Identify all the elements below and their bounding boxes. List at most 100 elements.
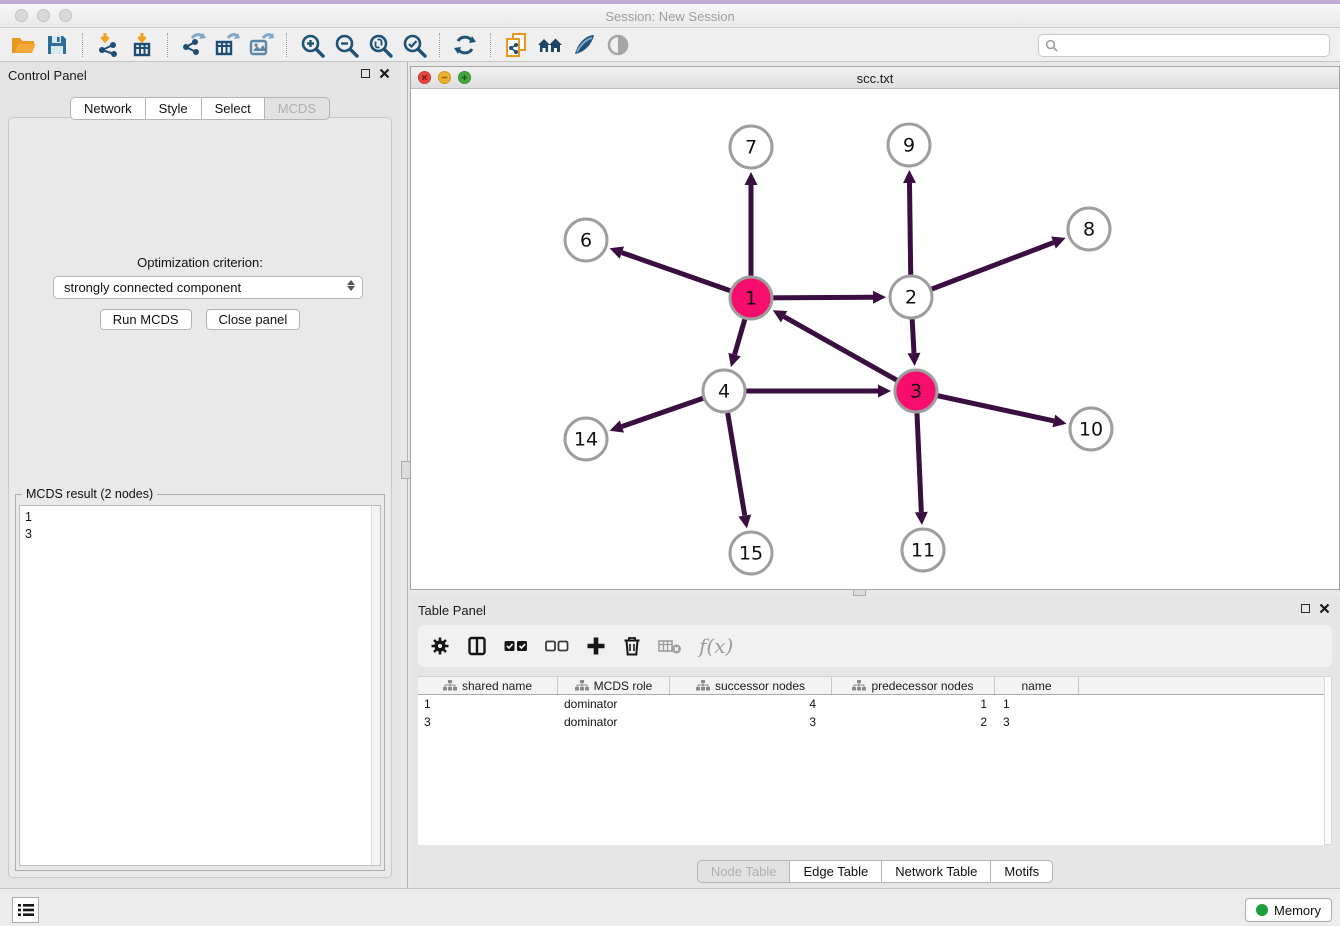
export-network-button[interactable] [176,30,210,60]
search-input[interactable] [1058,39,1329,53]
duplicate-network-button[interactable] [499,30,533,60]
table-panel-title: Table Panel [418,603,486,618]
network-canvas[interactable]: 1 2 3 4 6 7 8 9 10 11 14 15 [411,89,1339,589]
control-tabs: NetworkStyleSelectMCDS [0,97,400,120]
tab-style[interactable]: Style [146,97,202,120]
zoom-fit-button[interactable] [363,30,397,60]
zoom-out-icon [333,32,359,58]
mcds-result-groupbox: MCDS result (2 nodes) 1 3 [15,494,385,871]
graph-node-label: 9 [903,135,915,157]
tab-select[interactable]: Select [202,97,265,120]
control-panel: Control Panel Optimization criterion: st… [0,62,400,888]
graph-arrowhead-3-11 [915,512,928,525]
node-table-header: shared nameMCDS rolesuccessor nodesprede… [418,676,1324,695]
home-layout-button[interactable] [533,30,567,60]
tab-node-table[interactable]: Node Table [697,860,791,883]
column-type-icon [852,680,866,691]
zoom-fit-icon [367,32,393,58]
graph-node-10[interactable]: 10 [1070,408,1112,450]
graph-node-1[interactable]: 1 [730,277,772,319]
export-image-button[interactable] [244,30,278,60]
select-all-columns-button[interactable] [504,639,528,653]
tab-mcds[interactable]: MCDS [265,97,330,120]
table-scrollbar[interactable] [1324,676,1332,845]
graph-edge-2-8[interactable] [911,243,1054,297]
close-panel-icon[interactable] [379,68,390,79]
graph-arrowhead-1-2 [873,291,886,304]
table-row[interactable]: 1dominator411 [418,695,1324,713]
import-table-button[interactable] [125,30,159,60]
home-icon [537,32,563,58]
zoom-in-icon [299,32,325,58]
column-header-name[interactable]: name [995,677,1079,694]
tab-motifs[interactable]: Motifs [991,860,1053,883]
criterion-dropdown-value: strongly connected component [64,280,241,295]
add-column-button[interactable] [586,636,606,656]
graph-node-2[interactable]: 2 [890,276,932,318]
import-network-button[interactable] [91,30,125,60]
tab-network[interactable]: Network [70,97,146,120]
graph-node-label: 8 [1083,219,1095,241]
table-cell: 1 [995,695,1079,713]
deselect-all-columns-button[interactable] [545,639,569,653]
graph-node-label: 2 [905,287,917,309]
close-table-panel-icon[interactable] [1319,603,1330,614]
graph-arrowhead-2-3 [907,353,920,366]
float-panel-icon[interactable] [361,69,370,78]
column-type-icon [575,680,589,691]
style-brush-button[interactable] [567,30,601,60]
graph-node-7[interactable]: 7 [730,126,772,168]
hide-panel-button [601,30,635,60]
float-table-panel-icon[interactable] [1301,604,1310,613]
memory-label: Memory [1274,903,1321,918]
open-file-button[interactable] [6,30,40,60]
network-window-titlebar[interactable]: scc.txt [411,67,1339,89]
show-column-button[interactable] [467,636,487,656]
graph-arrowhead-3-10 [1052,415,1066,428]
table-settings-button[interactable] [430,636,450,656]
unchecked-boxes-icon [545,639,569,653]
graph-node-6[interactable]: 6 [565,219,607,261]
refresh-button[interactable] [448,30,482,60]
graph-node-3[interactable]: 3 [895,370,937,412]
task-history-button[interactable] [12,897,39,923]
delete-column-button[interactable] [623,636,641,656]
export-table-button[interactable] [210,30,244,60]
column-header-successor-nodes[interactable]: successor nodes [670,677,832,694]
run-mcds-button[interactable]: Run MCDS [100,309,192,330]
graph-node-11[interactable]: 11 [902,529,944,571]
graph-node-15[interactable]: 15 [730,532,772,574]
graph-node-4[interactable]: 4 [703,370,745,412]
zoom-selected-button[interactable] [397,30,431,60]
column-header-mcds-role[interactable]: MCDS role [558,677,670,694]
export-table-icon [214,32,240,58]
graph-node-9[interactable]: 9 [888,124,930,166]
network-view-window: scc.txt 1 2 3 4 6 7 8 9 10 11 14 15 [410,66,1340,590]
memory-button[interactable]: Memory [1245,898,1332,922]
column-type-icon [696,680,710,691]
result-scrollbar[interactable] [371,506,380,865]
tab-edge-table[interactable]: Edge Table [790,860,882,883]
table-row[interactable]: 3dominator323 [418,713,1324,731]
export-network-icon [180,32,206,58]
table-cell: 4 [670,695,832,713]
column-header-predecessor-nodes[interactable]: predecessor nodes [832,677,995,694]
mcds-result-area: 1 3 [19,505,381,866]
tab-network-table[interactable]: Network Table [882,860,991,883]
app-titlebar: Session: New Session [0,4,1340,28]
close-panel-button[interactable]: Close panel [206,309,301,330]
graph-node-14[interactable]: 14 [565,418,607,460]
save-session-button[interactable] [40,30,74,60]
zoom-in-button[interactable] [295,30,329,60]
search-field[interactable] [1038,34,1330,57]
plus-icon [586,636,606,656]
column-header-shared-name[interactable]: shared name [418,677,558,694]
table-cell: 3 [670,713,832,731]
search-icon [1045,39,1058,52]
criterion-dropdown[interactable]: strongly connected component [53,276,363,299]
table-panel: Table Panel [410,597,1340,888]
graph-edge-3-1[interactable] [784,317,916,391]
zoom-out-button[interactable] [329,30,363,60]
horizontal-splitter-handle[interactable] [853,589,866,596]
graph-node-8[interactable]: 8 [1068,208,1110,250]
